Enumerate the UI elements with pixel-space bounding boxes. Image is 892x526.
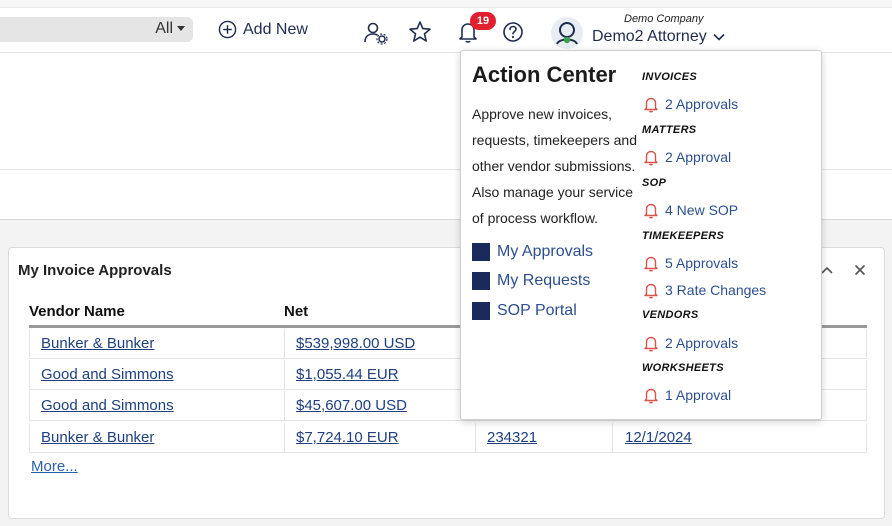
notification-label: 1 Approval <box>665 387 732 403</box>
my-requests-link[interactable]: My Requests <box>472 272 590 290</box>
notification-item[interactable]: 2 Approval <box>642 148 731 166</box>
avatar[interactable] <box>551 17 583 49</box>
date-link[interactable]: 12/1/2024 <box>625 429 692 446</box>
user-gear-icon <box>364 22 388 45</box>
cell-divider <box>612 423 613 452</box>
notification-item[interactable]: 2 Approvals <box>642 95 738 113</box>
add-new-label: Add New <box>243 20 308 38</box>
bell-icon <box>644 336 658 352</box>
notification-label: 2 Approvals <box>665 96 739 112</box>
action-center-popup: Action Center Approve new invoices, requ… <box>460 50 822 420</box>
vendor-link[interactable]: Bunker & Bunker <box>41 335 154 352</box>
help-button[interactable] <box>500 19 528 47</box>
bell-icon <box>644 283 658 299</box>
top-strip <box>0 0 892 8</box>
more-link[interactable]: More... <box>31 458 78 475</box>
action-center-title: Action Center <box>472 62 617 87</box>
search-input[interactable]: All <box>0 17 193 42</box>
favorites-button[interactable] <box>407 19 435 47</box>
cell-divider <box>284 329 285 358</box>
search-filter-select[interactable]: All <box>155 20 185 38</box>
link-label: My Requests <box>497 272 591 289</box>
section-heading-invoices: INVOICES <box>642 71 697 83</box>
invoice-number-link[interactable]: 234321 <box>487 429 537 446</box>
notification-count-badge: 19 <box>470 12 496 30</box>
sop-portal-link[interactable]: SOP Portal <box>472 302 577 320</box>
caret-down-icon <box>177 26 185 32</box>
user-menu[interactable]: Demo2 Attorney <box>592 28 725 46</box>
cell-divider <box>284 391 285 420</box>
notification-item[interactable]: 2 Approvals <box>642 334 738 352</box>
chevron-down-icon <box>713 33 725 41</box>
notification-item[interactable]: 4 New SOP <box>642 201 738 219</box>
notification-item[interactable]: 1 Approval <box>642 386 731 404</box>
notification-label: 2 Approvals <box>665 335 739 351</box>
vendor-link[interactable]: Good and Simmons <box>41 397 174 414</box>
company-name: Demo Company <box>624 13 704 25</box>
widget-title: My Invoice Approvals <box>18 262 172 279</box>
net-link[interactable]: $7,724.10 EUR <box>296 429 399 446</box>
cell-divider <box>284 360 285 389</box>
user-name: Demo2 Attorney <box>592 28 707 45</box>
notification-label: 3 Rate Changes <box>665 282 767 298</box>
link-label: SOP Portal <box>497 302 577 319</box>
cell-divider <box>475 423 476 452</box>
section-heading-worksheets: WORKSHEETS <box>642 362 724 374</box>
notification-item[interactable]: 5 Approvals <box>642 254 738 272</box>
top-bar: All Add New 19 Demo Company Demo2 Attorn… <box>0 0 892 53</box>
user-avatar-icon <box>556 22 578 45</box>
notification-label: 4 New SOP <box>665 202 739 218</box>
square-icon <box>472 243 490 261</box>
net-link[interactable]: $1,055.44 EUR <box>296 366 399 383</box>
square-icon <box>472 302 490 320</box>
help-circle-icon <box>503 22 523 42</box>
search-filter-label: All <box>155 20 173 37</box>
bell-icon <box>644 388 658 404</box>
section-heading-matters: MATTERS <box>642 124 697 136</box>
notification-label: 5 Approvals <box>665 255 739 271</box>
square-icon <box>472 272 490 290</box>
notification-label: 2 Approval <box>665 149 732 165</box>
close-icon[interactable] <box>852 262 868 278</box>
notification-item[interactable]: 3 Rate Changes <box>642 281 766 299</box>
net-link[interactable]: $539,998.00 USD <box>296 335 415 352</box>
add-new-button[interactable]: Add New <box>218 20 308 39</box>
bell-icon <box>644 203 658 219</box>
cell-divider <box>284 423 285 452</box>
table-row: Bunker & Bunker $7,724.10 EUR 234321 12/… <box>29 423 867 453</box>
my-approvals-link[interactable]: My Approvals <box>472 243 593 261</box>
link-label: My Approvals <box>497 243 594 260</box>
vendor-link[interactable]: Bunker & Bunker <box>41 429 154 446</box>
bell-icon <box>644 256 658 272</box>
section-heading-vendors: VENDORS <box>642 309 699 321</box>
column-header-net[interactable]: Net <box>284 303 308 320</box>
vendor-link[interactable]: Good and Simmons <box>41 366 174 383</box>
column-header-vendor[interactable]: Vendor Name <box>29 303 125 320</box>
plus-circle-icon <box>218 20 237 39</box>
bell-icon <box>644 150 658 166</box>
bell-icon <box>644 97 658 113</box>
section-heading-timekeepers: TIMEKEEPERS <box>642 230 725 242</box>
action-center-description: Approve new invoices, requests, timekeep… <box>472 106 637 226</box>
section-heading-sop: SOP <box>642 177 667 189</box>
net-link[interactable]: $45,607.00 USD <box>296 397 407 414</box>
star-icon <box>409 21 431 42</box>
user-settings-button[interactable] <box>362 19 390 47</box>
